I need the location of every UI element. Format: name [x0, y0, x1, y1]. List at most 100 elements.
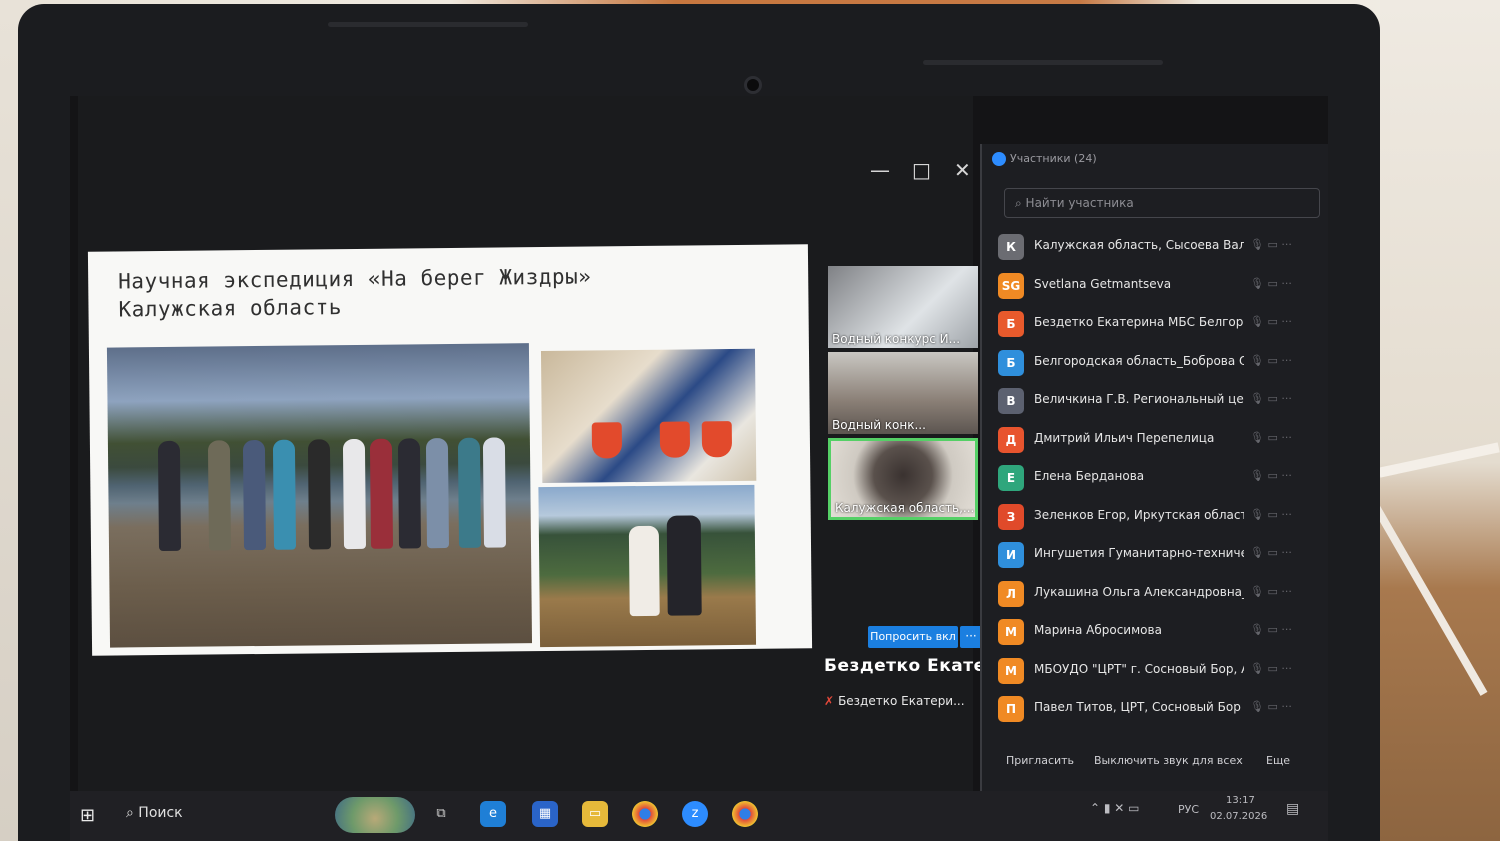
person-figure — [666, 515, 702, 616]
participant-status-icons[interactable]: 🎙 ▭ ··· — [1250, 238, 1292, 251]
participant-row[interactable]: Л Лукашина Ольга Александровна_В... 🎙 ▭ ··… — [998, 577, 1322, 611]
person-figure — [397, 438, 422, 549]
webcam — [744, 76, 762, 94]
person-figure — [457, 437, 482, 548]
participant-row[interactable]: Д Дмитрий Ильич Перепелица 🎙 ▭ ··· — [998, 423, 1322, 457]
store-icon[interactable]: ▦ — [532, 801, 558, 827]
participant-row[interactable]: Е Елена Берданова 🎙 ▭ ··· — [998, 461, 1322, 495]
participant-row[interactable]: З Зеленков Егор, Иркутская область 🎙 ▭ ··· — [998, 500, 1322, 534]
participant-avatar: Б — [998, 349, 1024, 376]
participant-status-icons[interactable]: 🎙 ▭ ··· — [1250, 354, 1292, 367]
task-view-icon[interactable]: ⧉ — [428, 801, 454, 827]
person-figure — [242, 439, 267, 551]
lab-photo — [540, 348, 757, 484]
participant-status-icons[interactable]: 🎙 ▭ ··· — [1250, 277, 1292, 290]
search-highlight-image[interactable] — [335, 797, 415, 833]
person-figure — [157, 440, 182, 552]
tray-icons[interactable]: ⌃ ▮ ✕ ▭ — [1090, 801, 1140, 815]
participant-status-icons[interactable]: 🎙 ▭ ··· — [1250, 623, 1292, 636]
chrome-icon[interactable] — [732, 801, 758, 827]
group-photo — [106, 343, 533, 648]
participant-name: МБОУДО "ЦРТ" г. Сосновый Бор, Анна ... — [1034, 661, 1244, 676]
participant-row[interactable]: П Павел Титов, ЦРТ, Сосновый Бор 🎙 ▭ ··· — [998, 692, 1322, 726]
mute-all-button[interactable]: Выключить звук для всех — [1094, 754, 1243, 767]
participant-name: Зеленков Егор, Иркутская область — [1034, 507, 1244, 522]
participant-search-input[interactable]: ⌕ Найти участника — [1004, 188, 1320, 218]
participant-row[interactable]: В Величкина Г.В. Региональный цент... 🎙 ▭ … — [998, 384, 1322, 418]
speaker-subtitle-text: Бездетко Екатери... — [838, 694, 965, 708]
close-button[interactable]: ✕ — [954, 158, 971, 182]
participant-name: Ингушетия Гуманитарно-технический к... — [1034, 546, 1244, 560]
person-figure — [207, 440, 232, 551]
participant-status-icons[interactable]: 🎙 ▭ ··· — [1250, 662, 1292, 675]
participant-avatar: З — [998, 503, 1024, 530]
participant-row[interactable]: Б Бездетко Екатерина МБС Белгород 🎙 ▭ ··· — [998, 307, 1322, 341]
participant-status-icons[interactable]: 🎙 ▭ ··· — [1250, 508, 1292, 521]
participant-status-icons[interactable]: 🎙 ▭ ··· — [1250, 700, 1292, 713]
person-figure — [425, 438, 450, 549]
person-figure — [628, 525, 660, 617]
panel-header: Участники (24) — [992, 152, 1097, 166]
thumbnail-label: Водный конкурс И... — [832, 332, 961, 346]
participant-status-icons[interactable]: 🎙 ▭ ··· — [1250, 546, 1292, 559]
person-figure — [482, 437, 507, 548]
mic-off-icon: ✗ — [824, 694, 835, 708]
chrome-icon[interactable] — [632, 801, 658, 827]
taskbar-search-label: Поиск — [138, 805, 183, 821]
participant-avatar: П — [998, 696, 1024, 722]
participant-row[interactable]: SG Svetlana Getmantseva 🎙 ▭ ··· — [998, 269, 1322, 303]
ask-to-unmute-button[interactable]: Попросить вкл — [868, 626, 958, 648]
participant-name: Марина Абросимова — [1034, 623, 1162, 637]
participant-avatar: В — [998, 388, 1024, 414]
participant-status-icons[interactable]: 🎙 ▭ ··· — [1250, 431, 1292, 444]
clock-time[interactable]: 13:17 — [1226, 795, 1255, 806]
participant-row[interactable]: И Ингушетия Гуманитарно-технический к... 🎙… — [998, 538, 1322, 572]
participant-row[interactable]: М МБОУДО "ЦРТ" г. Сосновый Бор, Анна ... 🎙… — [998, 654, 1322, 688]
participant-name: Svetlana Getmantseva — [1034, 276, 1172, 291]
windows-start-icon[interactable]: ⊞ — [80, 805, 95, 826]
participant-name: Лукашина Ольга Александровна_В... — [1034, 584, 1244, 599]
participant-status-icons[interactable]: 🎙 ▭ ··· — [1250, 315, 1292, 328]
participant-status-icons[interactable]: 🎙 ▭ ··· — [1250, 585, 1292, 598]
panel-title: Участники (24) — [1010, 152, 1097, 165]
participant-row[interactable]: К Калужская область, Сысоева Валер... 🎙 ▭ … — [998, 230, 1322, 264]
speaker-subtitle: ✗ Бездетко Екатери... — [824, 694, 965, 708]
more-options-button[interactable]: Еще — [1266, 754, 1290, 767]
participant-status-icons[interactable]: 🎙 ▭ ··· — [1250, 469, 1292, 482]
slide-title-line1: Научная экспедиция «На берег Жиздры» — [118, 264, 592, 294]
participant-name: Белгородская область_Боброва О... — [1034, 353, 1244, 368]
participant-avatar: К — [998, 234, 1024, 260]
edge-icon[interactable]: e — [480, 801, 506, 827]
maximize-button[interactable]: □ — [912, 158, 931, 182]
room-background-right — [1380, 0, 1500, 841]
zoom-icon[interactable]: z — [682, 801, 708, 827]
keyboard-language[interactable]: РУС — [1178, 803, 1199, 816]
person-figure — [272, 439, 297, 550]
thumbnail-label: Водный конк... — [832, 418, 926, 432]
video-thumbnail[interactable]: Водный конк... — [828, 352, 978, 434]
participant-avatar: М — [998, 619, 1024, 645]
active-speaker-thumbnail[interactable]: Калужская область,... — [828, 438, 978, 520]
search-placeholder: Найти участника — [1025, 196, 1134, 210]
participant-avatar: SG — [998, 272, 1024, 299]
participant-row[interactable]: М Марина Абросимова 🎙 ▭ ··· — [998, 615, 1322, 649]
person-figure — [307, 439, 332, 550]
speaker-more-button[interactable]: ··· — [960, 626, 982, 648]
thumbnail-label: Калужская область,... — [835, 501, 975, 515]
clock-date[interactable]: 02.07.2026 — [1210, 811, 1267, 822]
participant-status-icons[interactable]: 🎙 ▭ ··· — [1250, 392, 1292, 405]
video-thumbnail[interactable]: Водный конкурс И... — [828, 266, 978, 348]
participant-avatar: Д — [998, 426, 1024, 453]
bezel-highlight — [328, 22, 528, 27]
laptop-screen: — □ ✕ Научная экспедиция «На берег Жиздр… — [70, 96, 1328, 841]
windows-taskbar: ⊞ ⌕ Поиск ⧉ e ▦ ▭ z ⌃ ▮ ✕ ▭ РУС 13:17 02… — [70, 791, 1328, 841]
haybale-photo — [538, 484, 757, 648]
minimize-button[interactable]: — — [870, 158, 890, 182]
participant-avatar: И — [998, 542, 1024, 568]
taskbar-search[interactable]: ⌕ Поиск — [126, 805, 183, 821]
participant-row[interactable]: Б Белгородская область_Боброва О... 🎙 ▭ ··… — [998, 346, 1322, 380]
participant-avatar: Л — [998, 580, 1024, 607]
invite-button[interactable]: Пригласить — [1006, 754, 1074, 767]
file-explorer-icon[interactable]: ▭ — [582, 801, 608, 827]
notifications-icon[interactable]: ▤ — [1286, 801, 1299, 817]
